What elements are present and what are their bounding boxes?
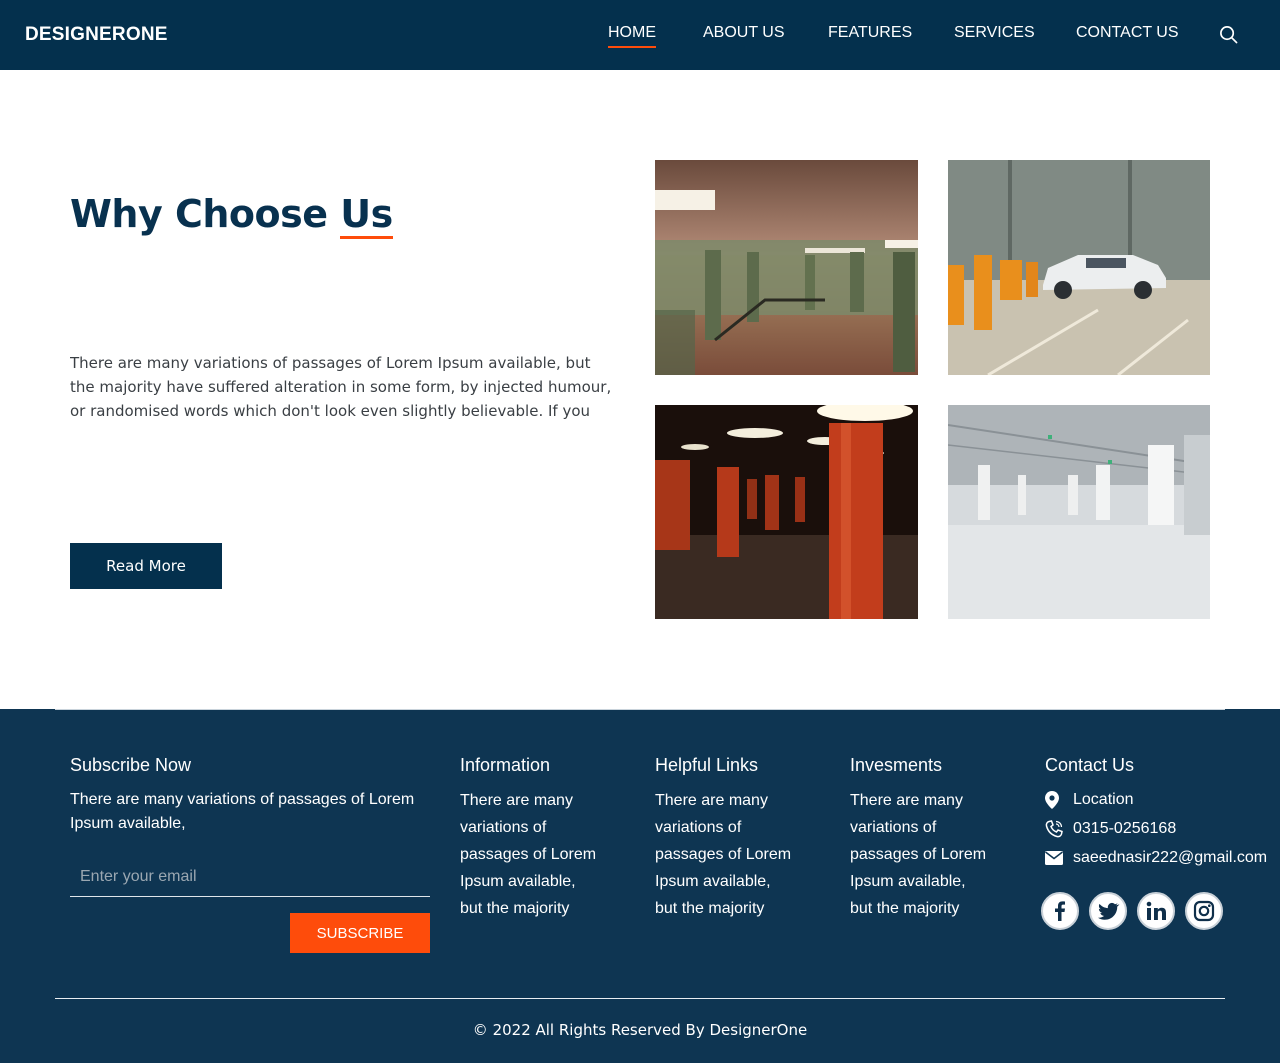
footer-top-divider xyxy=(55,709,1225,710)
red-pillars-hall-photo xyxy=(655,405,918,619)
instagram-icon xyxy=(1193,900,1215,922)
read-more-button[interactable]: Read More xyxy=(70,543,222,589)
contact-email[interactable]: saeednasir222@gmail.com xyxy=(1045,848,1267,868)
nav-services[interactable]: SERVICES xyxy=(954,24,1035,42)
section-title: Why Choose Us xyxy=(70,192,393,239)
parking-garage-car-photo xyxy=(948,160,1210,375)
helpful-links-heading: Helpful Links xyxy=(655,755,759,775)
section-title-main: Why Choose xyxy=(70,192,341,236)
helpful-links-text: There are many variations of passages of… xyxy=(655,792,792,917)
subscribe-button[interactable]: SUBSCRIBE xyxy=(290,913,430,953)
copyright-text: © 2022 All Rights Reserved By DesignerOn… xyxy=(472,1021,808,1039)
section-description: There are many variations of passages of… xyxy=(70,354,612,420)
search-icon[interactable] xyxy=(1219,25,1238,44)
nav-features[interactable]: FEATURES xyxy=(828,24,912,42)
email-input[interactable] xyxy=(70,857,430,897)
contact-email-text: saeednasir222@gmail.com xyxy=(1073,849,1268,866)
main-nav: HOME ABOUT US FEATURES SERVICES CONTACT … xyxy=(0,24,1280,48)
footer-bottom-divider xyxy=(55,998,1225,999)
contact-phone-text: 0315-0256168 xyxy=(1073,820,1177,837)
facebook-button[interactable] xyxy=(1041,892,1079,930)
white-parking-garage-photo xyxy=(948,405,1210,619)
nav-contact-us[interactable]: CONTACT US xyxy=(1076,24,1179,42)
nav-home[interactable]: HOME xyxy=(608,24,656,48)
phone-icon xyxy=(1045,819,1067,839)
contact-location-text: Location xyxy=(1073,791,1134,808)
investments-heading: Invesments xyxy=(850,755,943,775)
contact-location[interactable]: Location xyxy=(1045,790,1134,810)
section-title-accent: Us xyxy=(340,192,393,239)
contact-heading: Contact Us xyxy=(1045,755,1135,775)
facebook-icon xyxy=(1055,901,1065,921)
information-text: There are many variations of passages of… xyxy=(460,792,597,917)
twitter-icon xyxy=(1098,902,1120,920)
subscribe-text: There are many variations of passages of… xyxy=(70,791,415,832)
location-pin-icon xyxy=(1045,790,1067,810)
instagram-button[interactable] xyxy=(1185,892,1223,930)
linkedin-button[interactable] xyxy=(1137,892,1175,930)
information-heading: Information xyxy=(460,755,551,775)
nav-about-us[interactable]: ABOUT US xyxy=(703,24,785,42)
site-header: DESIGNERONE HOME ABOUT US FEATURES SERVI… xyxy=(0,0,1280,70)
subway-underpass-photo xyxy=(655,160,918,375)
linkedin-icon xyxy=(1146,901,1166,920)
twitter-button[interactable] xyxy=(1089,892,1127,930)
envelope-icon xyxy=(1045,848,1067,868)
subscribe-heading: Subscribe Now xyxy=(70,755,192,775)
investments-text: There are many variations of passages of… xyxy=(850,792,987,917)
contact-phone[interactable]: 0315-0256168 xyxy=(1045,819,1176,839)
site-footer: Subscribe Now There are many variations … xyxy=(0,709,1280,1063)
